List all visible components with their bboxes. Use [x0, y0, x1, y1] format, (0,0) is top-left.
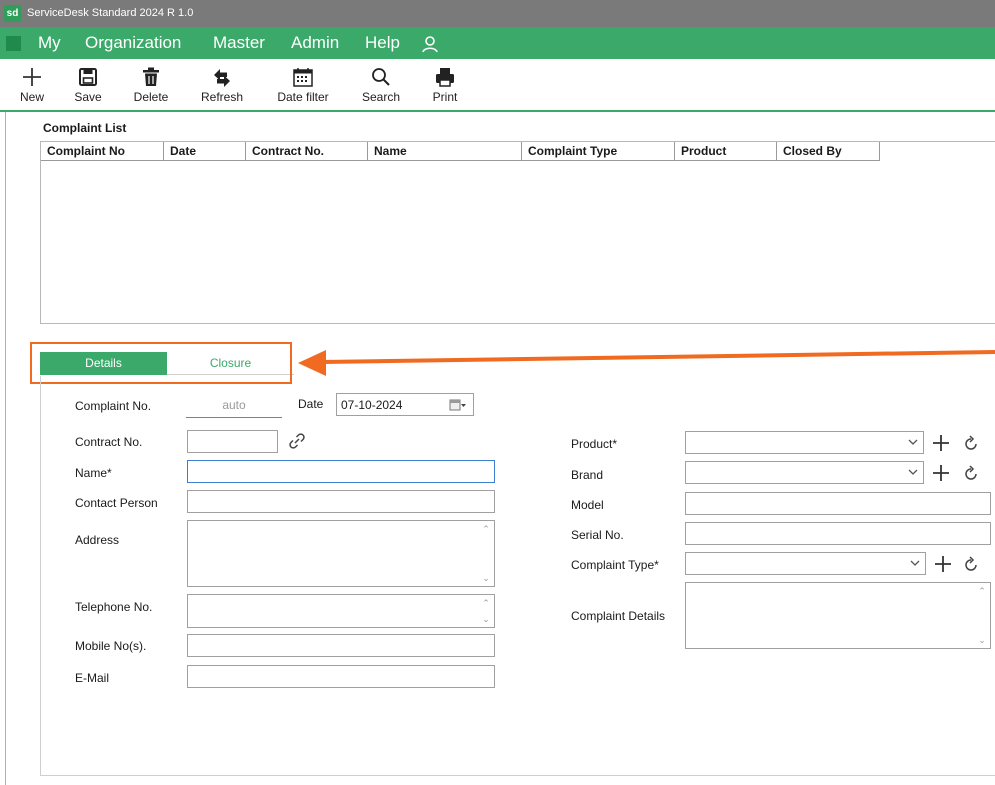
serial-no-label: Serial No. — [571, 528, 624, 542]
column-header-product[interactable]: Product — [675, 142, 777, 161]
email-label: E-Mail — [75, 671, 110, 685]
menu-square-icon — [6, 36, 21, 51]
menu-help[interactable]: Help — [365, 33, 400, 53]
contact-person-label: Contact Person — [75, 496, 158, 510]
complaint-type-select[interactable] — [685, 552, 926, 575]
refresh-complaint-type-icon[interactable] — [962, 556, 980, 574]
mobile-label: Mobile No(s). — [75, 639, 147, 653]
contact-person-input[interactable] — [187, 490, 495, 513]
complaint-list-grid[interactable]: Complaint No Date Contract No. Name Comp… — [40, 141, 995, 324]
complaint-no-label: Complaint No. — [75, 399, 152, 413]
telephone-textarea[interactable]: ⌃ ⌄ — [187, 594, 495, 628]
calendar-icon — [293, 68, 313, 87]
search-icon — [372, 68, 390, 86]
save-icon — [79, 68, 97, 86]
date-filter-button[interactable]: Date filter — [273, 66, 333, 104]
column-header-contract-no[interactable]: Contract No. — [246, 142, 368, 161]
name-label: Name* — [75, 466, 112, 480]
menu-organization[interactable]: Organization — [85, 33, 181, 53]
brand-select[interactable] — [685, 461, 924, 484]
complaint-type-label: Complaint Type* — [571, 558, 659, 572]
product-label: Product* — [571, 437, 618, 451]
new-label: New — [19, 90, 44, 104]
date-value: 07-10-2024 — [341, 398, 403, 412]
date-picker[interactable]: 07-10-2024 — [336, 393, 474, 416]
address-textarea[interactable]: ⌃ ⌄ — [187, 520, 495, 587]
link-icon[interactable] — [288, 432, 306, 450]
column-header-date[interactable]: Date — [164, 142, 246, 161]
column-header-name[interactable]: Name — [368, 142, 522, 161]
title-bar: sd ServiceDesk Standard 2024 R 1.0 — [0, 0, 995, 27]
serial-no-input[interactable] — [685, 522, 991, 545]
user-icon[interactable] — [420, 34, 440, 54]
add-product-icon[interactable] — [932, 434, 950, 452]
add-brand-icon[interactable] — [932, 464, 950, 482]
column-header-complaint-no[interactable]: Complaint No — [41, 142, 164, 161]
menu-bar: My Organization Master Admin Help — [0, 27, 995, 59]
plus-icon — [23, 68, 41, 86]
complaint-list-title: Complaint List — [43, 121, 127, 135]
refresh-arrows-icon — [214, 69, 230, 87]
mobile-input[interactable] — [187, 634, 495, 657]
app-logo: sd — [4, 5, 21, 22]
refresh-brand-icon[interactable] — [962, 465, 980, 483]
refresh-button[interactable]: Refresh — [199, 66, 245, 104]
menu-master[interactable]: Master — [213, 33, 265, 53]
refresh-label: Refresh — [200, 90, 244, 104]
brand-label: Brand — [571, 468, 604, 482]
column-header-closed-by[interactable]: Closed By — [777, 142, 880, 161]
scroll-up-icon[interactable]: ⌃ — [482, 599, 490, 608]
name-input[interactable] — [187, 460, 495, 483]
column-header-complaint-type[interactable]: Complaint Type — [522, 142, 675, 161]
model-input[interactable] — [685, 492, 991, 515]
delete-button[interactable]: Delete — [131, 66, 171, 104]
annotation-arrow-icon — [298, 350, 995, 376]
contract-no-input[interactable] — [187, 430, 278, 453]
chevron-down-icon — [908, 439, 918, 445]
chevron-down-icon — [910, 560, 920, 566]
delete-label: Delete — [133, 90, 169, 104]
date-filter-label: Date filter — [277, 90, 329, 104]
save-label: Save — [74, 90, 102, 104]
new-button[interactable]: New — [17, 66, 47, 104]
scroll-up-icon[interactable]: ⌃ — [978, 587, 986, 596]
save-button[interactable]: Save — [72, 66, 104, 104]
printer-icon — [436, 68, 454, 87]
telephone-label: Telephone No. — [75, 600, 153, 614]
toolbar: New Save Delete Refresh Date filter Sear… — [0, 60, 995, 112]
scroll-up-icon[interactable]: ⌃ — [482, 525, 490, 534]
product-select[interactable] — [685, 431, 924, 454]
contract-no-label: Contract No. — [75, 435, 143, 449]
complaint-details-label: Complaint Details — [571, 609, 666, 623]
trash-icon — [143, 67, 159, 86]
complaint-details-textarea[interactable]: ⌃ ⌄ — [685, 582, 991, 649]
window-edge — [5, 112, 6, 785]
print-label: Print — [432, 90, 458, 104]
date-label: Date — [298, 397, 324, 411]
menu-admin[interactable]: Admin — [291, 33, 339, 53]
scroll-down-icon[interactable]: ⌄ — [482, 574, 490, 583]
add-complaint-type-icon[interactable] — [934, 555, 952, 573]
scroll-down-icon[interactable]: ⌄ — [482, 615, 490, 624]
chevron-down-icon — [908, 469, 918, 475]
calendar-dropdown-icon[interactable] — [449, 398, 467, 412]
search-button[interactable]: Search — [360, 66, 402, 104]
menu-my[interactable]: My — [38, 33, 61, 53]
email-input[interactable] — [187, 665, 495, 688]
refresh-product-icon[interactable] — [962, 435, 980, 453]
print-button[interactable]: Print — [429, 66, 461, 104]
search-label: Search — [361, 90, 401, 104]
address-label: Address — [75, 533, 120, 547]
window-title: ServiceDesk Standard 2024 R 1.0 — [27, 7, 194, 19]
scroll-down-icon[interactable]: ⌄ — [978, 636, 986, 645]
complaint-no-field: auto — [186, 396, 282, 418]
model-label: Model — [571, 498, 604, 512]
